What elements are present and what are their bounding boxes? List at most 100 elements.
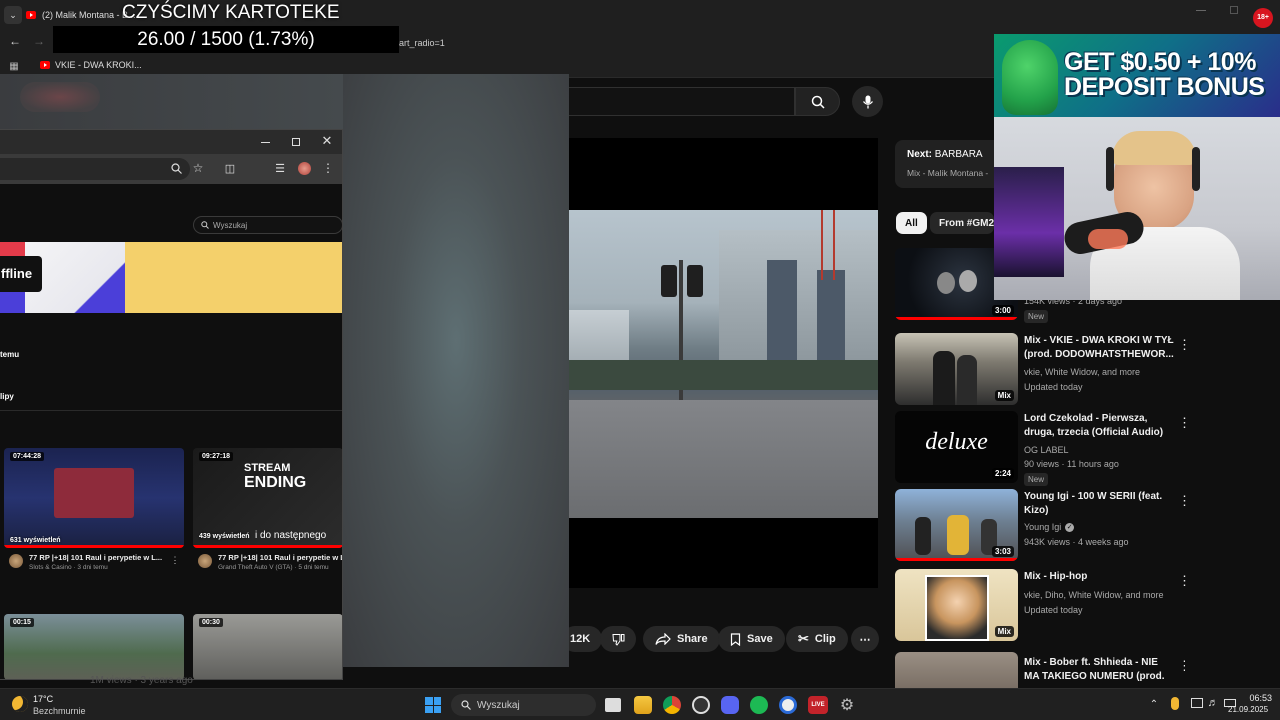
volume-icon[interactable]: ♬ (1207, 696, 1219, 710)
video-thumbnail[interactable]: 09:27:18 STREAM ENDING i do następnego 4… (193, 448, 342, 548)
share-button[interactable]: Share (643, 626, 720, 652)
video-channel: vkie, White Widow, and more (1024, 367, 1141, 377)
youtube-search-button[interactable] (795, 87, 840, 116)
start-button[interactable] (425, 697, 441, 713)
profile-avatar[interactable] (298, 162, 311, 175)
video-views: 439 wyświetleń (199, 533, 250, 540)
recommendation-item[interactable]: Mix Mix - Hip-hop vkie, Diho, White Wido… (895, 569, 1191, 643)
address-bar[interactable]: art_radio=1 (399, 35, 599, 51)
browser-tab-active[interactable]: (2) Malik Montana - B... (26, 3, 136, 27)
more-vertical-icon[interactable]: ⋮ (1178, 573, 1191, 589)
channel-avatar[interactable] (9, 554, 23, 568)
save-label: Save (747, 633, 773, 645)
voice-search-button[interactable] (852, 86, 883, 117)
clip-button[interactable]: ✂ Clip (786, 626, 848, 652)
recommendation-item[interactable]: deluxe 2:24 Lord Czekolad - Pierwsza, dr… (895, 411, 1191, 486)
video-subtitle: Grand Theft Auto V (GTA) · 5 dni temu (218, 564, 329, 571)
more-vertical-icon[interactable]: ⋮ (1178, 658, 1185, 674)
weather-moon-icon[interactable] (12, 696, 28, 712)
new-badge: New (1024, 310, 1049, 323)
video-title: Lord Czekolad - Pierwsza, druga, trzecia… (1024, 413, 1164, 438)
recommendation-item[interactable]: Mix Mix - VKIE - DWA KROKI W TYŁ (prod. … (895, 333, 1191, 407)
more-vertical-icon[interactable]: ⋮ (171, 554, 180, 566)
chip-all[interactable]: All (896, 212, 927, 234)
discord-icon[interactable] (721, 696, 739, 714)
app-icon[interactable] (779, 696, 797, 714)
share-label: Share (677, 633, 708, 645)
apps-grid-icon[interactable]: ▦ (8, 60, 20, 72)
more-vertical-icon[interactable]: ⋮ (1178, 493, 1191, 509)
next-subtitle: Mix - Malik Montana - (907, 168, 989, 178)
popup-close-icon[interactable]: ✕ (321, 133, 333, 148)
obs-icon[interactable] (692, 696, 710, 714)
popup-search-input[interactable]: Wyszukaj (193, 216, 342, 234)
window-minimize-button[interactable] (1196, 10, 1206, 11)
clip-label: Clip (814, 633, 836, 645)
bookmark-item[interactable]: VKIE - DWA KROKI... (40, 60, 142, 70)
dislike-button[interactable] (600, 626, 636, 652)
video-duration: 00:15 (10, 618, 34, 627)
media-control-icon[interactable]: ☰ (274, 161, 286, 175)
video-subtitle: Slots & Casino · 3 dni temu (29, 564, 108, 571)
channel-avatar[interactable] (198, 554, 212, 568)
more-actions-button[interactable]: ⋯ (851, 626, 879, 652)
clock-date[interactable]: 21.09.2025 (1228, 705, 1268, 714)
tab-search-chevron-icon[interactable]: ⌄ (4, 6, 22, 24)
popup-maximize-button[interactable] (292, 138, 300, 146)
settings-gear-icon[interactable]: ⚙ (838, 696, 856, 714)
popup-address-bar[interactable] (0, 158, 190, 180)
next-up-card[interactable]: Next: BARBARA Mix - Malik Montana - (895, 140, 1005, 188)
chrome-icon[interactable] (663, 696, 681, 714)
more-vertical-icon[interactable]: ⋮ (1178, 337, 1191, 353)
extensions-icon[interactable]: ◫ (224, 161, 236, 175)
recommendation-item[interactable]: 3:03 Young Igi - 100 W SERII (feat. Kizo… (895, 489, 1191, 563)
video-channel: vkie, Diho, White Widow, and more (1024, 590, 1164, 600)
video-thumbnail[interactable]: 00:30 (193, 614, 342, 679)
thumbnail-overlay-text: i do następnego (255, 530, 327, 541)
clock-time[interactable]: 06:53 (1247, 693, 1272, 703)
file-explorer-icon[interactable] (634, 696, 652, 714)
donation-goal-overlay: 26.00 / 1500 (1.73%) (53, 26, 399, 53)
watch-progress-bar (193, 545, 342, 548)
video-title: Young Igi - 100 W SERII (feat. Kizo) (1024, 491, 1163, 516)
video-meta: Updated today (1024, 605, 1083, 615)
chip-from-channel[interactable]: From #GM2 (930, 212, 994, 234)
microphone-icon (862, 95, 873, 108)
watch-progress-bar (4, 545, 184, 548)
taskbar-search[interactable]: Wyszukaj (451, 694, 596, 716)
thumbs-down-icon (611, 633, 624, 646)
forward-arrow-icon[interactable]: → (32, 34, 46, 48)
video-thumbnail[interactable]: 07:44:28 631 wyświetleń (4, 448, 184, 548)
share-icon (655, 633, 671, 645)
recommendation-item[interactable]: Mix - Bober ft. Shhieda - NIE MA TAKIEGO… (895, 652, 1185, 688)
video-title: Mix - Bober ft. Shhieda - NIE MA TAKIEGO… (1024, 657, 1165, 688)
weather-desc: Bezchmurnie (33, 706, 86, 716)
video-duration: 00:30 (199, 618, 223, 627)
thumbnail-text: deluxe (925, 429, 988, 455)
more-vertical-icon[interactable]: ⋮ (322, 161, 334, 175)
star-icon[interactable]: ☆ (192, 161, 204, 175)
video-thumbnail[interactable]: 00:15 (4, 614, 184, 679)
video-frame[interactable] (569, 210, 878, 518)
zoom-icon[interactable] (170, 162, 182, 174)
mix-badge: Mix (994, 390, 1014, 401)
back-arrow-icon[interactable]: ← (8, 34, 22, 48)
tray-display-icon[interactable] (1191, 698, 1203, 708)
youtube-search-input[interactable] (569, 87, 795, 116)
thumbnail-overlay-text: STREAM (244, 462, 291, 474)
popup-minimize-button[interactable] (261, 142, 270, 143)
window-maximize-button[interactable] (1230, 6, 1238, 14)
verified-icon: ✓ (1065, 522, 1075, 532)
more-vertical-icon[interactable]: ⋮ (1178, 415, 1191, 431)
video-title: Mix - VKIE - DWA KROKI W TYŁ (prod. DODO… (1024, 335, 1174, 360)
tray-mic-icon[interactable] (1171, 697, 1179, 710)
search-icon (201, 221, 209, 229)
spotify-icon[interactable] (750, 696, 768, 714)
bookmark-icon (730, 632, 741, 646)
tray-chevron-icon[interactable]: ⌃ (1148, 697, 1160, 711)
save-button[interactable]: Save (718, 626, 785, 652)
scissors-icon: ✂ (798, 631, 809, 646)
ad-line-1: GET $0.50 + 10% (1064, 48, 1256, 76)
task-view-icon[interactable] (605, 698, 621, 712)
live-app-icon[interactable]: LIVE (808, 696, 828, 714)
